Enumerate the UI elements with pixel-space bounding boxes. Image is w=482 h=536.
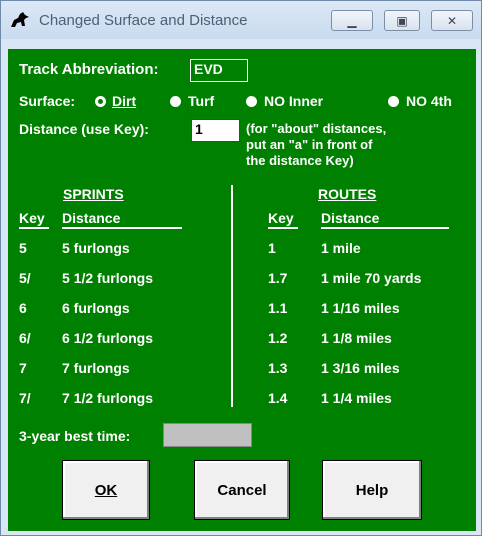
best-time-label: 3-year best time: xyxy=(19,428,131,444)
sprint-key: 6 xyxy=(19,300,27,316)
distance-note-line-3: the distance Key) xyxy=(246,153,354,168)
sprint-distance: 6 furlongs xyxy=(62,300,130,316)
horse-icon xyxy=(11,12,29,27)
maximize-button[interactable]: ▣ xyxy=(384,10,420,31)
radio-no-4th-label: NO 4th xyxy=(406,93,452,109)
routes-header: ROUTES xyxy=(318,186,377,202)
sprints-distance-underline xyxy=(62,227,182,229)
routes-key-header: Key xyxy=(268,210,294,226)
distance-key-input[interactable]: 1 xyxy=(191,119,240,142)
sprint-key: 5 xyxy=(19,240,27,256)
route-key: 1.1 xyxy=(268,300,288,316)
route-key: 1.3 xyxy=(268,360,288,376)
best-time-input[interactable] xyxy=(163,423,252,447)
route-distance: 1 1/4 miles xyxy=(321,390,392,406)
route-key: 1.4 xyxy=(268,390,288,406)
minimize-button[interactable]: ▁ xyxy=(331,10,373,31)
route-distance: 1 mile xyxy=(321,240,361,256)
minimize-icon: ▁ xyxy=(347,13,357,28)
sprint-key: 7/ xyxy=(19,390,31,406)
sprints-header: SPRINTS xyxy=(63,186,124,202)
route-key: 1.7 xyxy=(268,270,288,286)
sprint-key: 7 xyxy=(19,360,27,376)
route-key: 1.2 xyxy=(268,330,288,346)
maximize-icon: ▣ xyxy=(396,13,408,28)
close-icon: ✕ xyxy=(446,13,458,28)
sprint-distance: 7 1/2 furlongs xyxy=(62,390,154,406)
sprints-distance-header: Distance xyxy=(62,210,121,226)
track-label: Track Abbreviation: xyxy=(19,61,159,78)
sprints-key-header: Key xyxy=(19,210,45,226)
distance-note-line-1: (for "about" distances, xyxy=(246,121,387,136)
help-button[interactable]: Help xyxy=(322,460,422,520)
close-button[interactable]: ✕ xyxy=(431,10,473,31)
radio-turf[interactable] xyxy=(170,96,181,107)
cancel-button[interactable]: Cancel xyxy=(194,460,290,520)
cancel-button-label: Cancel xyxy=(217,481,267,499)
sprint-distance: 5 furlongs xyxy=(62,240,130,256)
radio-turf-label: Turf xyxy=(188,93,215,109)
sprint-distance: 7 furlongs xyxy=(62,360,130,376)
radio-no-inner-label: NO Inner xyxy=(264,93,324,109)
form-panel: Track Abbreviation: EVD Surface: Dirt Tu… xyxy=(8,49,476,531)
routes-distance-header: Distance xyxy=(321,210,380,226)
distance-note-line-2: put an "a" in front of xyxy=(246,137,373,152)
help-button-label: Help xyxy=(355,481,389,499)
radio-dirt[interactable] xyxy=(95,96,106,107)
ok-button[interactable]: OK xyxy=(62,460,150,520)
radio-no-4th[interactable] xyxy=(388,96,399,107)
surface-label: Surface: xyxy=(19,93,76,109)
window-title: Changed Surface and Distance xyxy=(39,12,248,29)
route-distance: 1 mile 70 yards xyxy=(321,270,422,286)
radio-no-inner[interactable] xyxy=(246,96,257,107)
sprint-distance: 6 1/2 furlongs xyxy=(62,330,154,346)
column-divider xyxy=(231,185,233,407)
routes-distance-underline xyxy=(321,227,449,229)
sprint-key: 5/ xyxy=(19,270,31,286)
routes-key-underline xyxy=(268,227,298,229)
route-key: 1 xyxy=(268,240,276,256)
title-bar[interactable]: Changed Surface and Distance ▁ ▣ ✕ xyxy=(1,1,481,39)
sprints-key-underline xyxy=(19,227,49,229)
sprint-distance: 5 1/2 furlongs xyxy=(62,270,154,286)
sprint-key: 6/ xyxy=(19,330,31,346)
route-distance: 1 1/16 miles xyxy=(321,300,400,316)
radio-dirt-label: Dirt xyxy=(112,93,137,109)
route-distance: 1 1/8 miles xyxy=(321,330,392,346)
route-distance: 1 3/16 miles xyxy=(321,360,400,376)
track-abbreviation-input[interactable]: EVD xyxy=(190,59,248,82)
distance-label: Distance (use Key): xyxy=(19,121,149,137)
ok-button-label: OK xyxy=(94,481,118,499)
dialog-window: Changed Surface and Distance ▁ ▣ ✕ Track… xyxy=(0,0,482,536)
